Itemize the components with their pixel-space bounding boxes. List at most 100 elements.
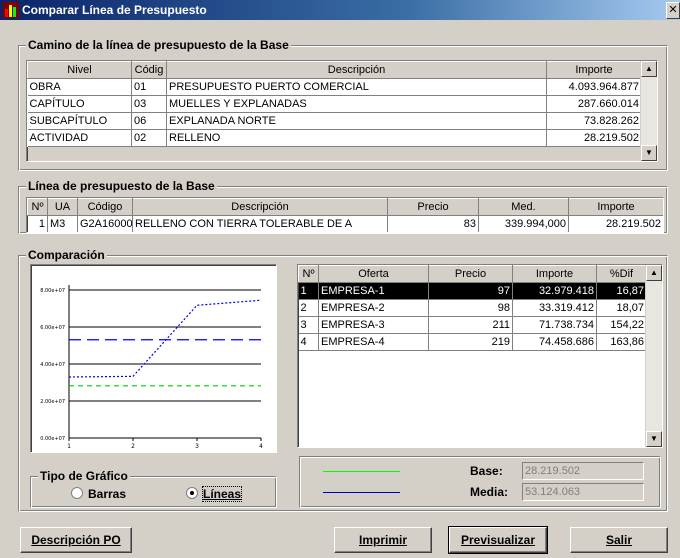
cell-descripcion: MUELLES Y EXPLANADAS: [166, 95, 547, 113]
camino-scrollbar[interactable]: ▲ ▼: [640, 61, 657, 161]
scroll-down-icon[interactable]: ▼: [646, 431, 662, 447]
col-descripcion[interactable]: Descripción: [132, 198, 388, 216]
linea-group: Línea de presupuesto de la Base Nº UA Có…: [18, 179, 668, 234]
radio-barras-label: Barras: [88, 487, 127, 501]
cell-oferta: EMPRESA-1: [318, 282, 429, 300]
line-chart: 0.00e+07 2.00e+07 4.00e+07 6.00e+07 8.00e+07…: [40, 285, 263, 450]
x-tick-label: 4: [259, 443, 263, 450]
scroll-up-icon[interactable]: ▲: [641, 61, 657, 77]
cell-precio: 219: [428, 333, 513, 351]
table-row[interactable]: 4 EMPRESA-4 219 74.458.686 163,86: [298, 333, 647, 351]
y-tick-label: 6.00e+07: [40, 325, 65, 331]
table-row-selected[interactable]: 1 EMPRESA-1 97 32.979.418 16,87: [298, 282, 647, 300]
cell-nivel: OBRA: [27, 78, 132, 96]
radio-lineas-label: Líneas: [201, 486, 243, 502]
camino-header-row: Nivel Códig Descripción Importe: [27, 61, 642, 79]
cell-oferta: EMPRESA-4: [318, 333, 429, 351]
comparacion-scrollbar[interactable]: ▲ ▼: [645, 265, 662, 447]
cell-medicion: 339.994,000: [478, 215, 569, 232]
cell-dif: 154,22: [596, 316, 647, 334]
window-title: Comparar Línea de Presupuesto: [22, 3, 207, 17]
previsualizar-label: Previsualizar: [460, 533, 536, 547]
title-bar: Comparar Línea de Presupuesto ✕: [0, 0, 680, 20]
cell-dif: 163,86: [596, 333, 647, 351]
cell-descripcion: RELLENO CON TIERRA TOLERABLE DE A: [132, 215, 388, 232]
cell-descripcion: RELLENO: [166, 129, 547, 147]
table-row[interactable]: OBRA 01 PRESUPUESTO PUERTO COMERCIAL 4.0…: [27, 78, 642, 96]
col-numero[interactable]: Nº: [298, 265, 319, 283]
cell-nivel: CAPÍTULO: [27, 95, 132, 113]
col-importe[interactable]: Importe: [568, 198, 663, 216]
cell-numero: 2: [298, 299, 319, 317]
descripcion-po-button[interactable]: Descripción PO: [20, 527, 132, 553]
media-label: Media:: [470, 485, 509, 499]
col-codigo[interactable]: Códig: [131, 61, 167, 79]
salir-label: Salir: [605, 533, 632, 547]
col-precio[interactable]: Precio: [428, 265, 513, 283]
x-tick-label: 2: [131, 443, 135, 450]
col-ua[interactable]: UA: [47, 198, 78, 216]
cell-precio: 211: [428, 316, 513, 334]
table-row[interactable]: ACTIVIDAD 02 RELLENO 28.219.502: [27, 129, 642, 147]
salir-button[interactable]: Salir: [570, 527, 668, 553]
y-tick-label: 2.00e+07: [40, 399, 65, 405]
radio-lineas-indicator[interactable]: [186, 487, 198, 499]
media-value-field: 53.124.063: [522, 483, 644, 501]
table-row[interactable]: SUBCAPÍTULO 06 EXPLANADA NORTE 73.828.26…: [27, 112, 642, 130]
camino-legend: Camino de la línea de presupuesto de la …: [26, 38, 291, 52]
cell-importe: 33.319.412: [512, 299, 597, 317]
col-importe[interactable]: Importe: [546, 61, 642, 79]
close-icon: ✕: [668, 4, 678, 16]
scroll-up-icon[interactable]: ▲: [646, 265, 662, 281]
cell-numero: 3: [298, 316, 319, 334]
comparacion-header-row: Nº Oferta Precio Importe %Dif: [298, 265, 647, 283]
table-row[interactable]: 2 EMPRESA-2 98 33.319.412 18,07: [298, 299, 647, 317]
y-tick-label: 4.00e+07: [40, 362, 65, 368]
imprimir-button[interactable]: Imprimir: [334, 527, 432, 553]
col-numero[interactable]: Nº: [27, 198, 48, 216]
cell-nivel: ACTIVIDAD: [27, 129, 132, 147]
radio-barras[interactable]: Barras: [71, 487, 126, 501]
cell-precio: 97: [428, 282, 513, 300]
close-button[interactable]: ✕: [666, 2, 680, 19]
cell-nivel: SUBCAPÍTULO: [27, 112, 132, 130]
table-row[interactable]: 1 M3 G2A16000 RELLENO CON TIERRA TOLERAB…: [27, 215, 663, 232]
cell-precio: 83: [387, 215, 479, 232]
col-importe[interactable]: Importe: [512, 265, 597, 283]
bar-chart-app-icon: [3, 2, 19, 18]
cell-numero: 1: [298, 282, 319, 300]
base-label: Base:: [470, 464, 503, 478]
cell-numero: 4: [298, 333, 319, 351]
previsualizar-button[interactable]: Previsualizar: [448, 526, 548, 554]
scroll-down-icon[interactable]: ▼: [641, 145, 657, 161]
radio-barras-indicator[interactable]: [71, 487, 83, 499]
cell-oferta: EMPRESA-3: [318, 316, 429, 334]
series-line-ofertas: [68, 299, 262, 378]
linea-table: Nº UA Código Descripción Precio Med. Imp…: [26, 197, 664, 233]
linea-header-row: Nº UA Código Descripción Precio Med. Imp…: [27, 198, 663, 216]
camino-group: Camino de la línea de presupuesto de la …: [18, 38, 668, 171]
col-descripcion[interactable]: Descripción: [166, 61, 547, 79]
cell-importe: 32.979.418: [512, 282, 597, 300]
cell-importe: 28.219.502: [546, 129, 642, 147]
cell-importe: 287.660.014: [546, 95, 642, 113]
base-value-field: 28.219.502: [522, 462, 644, 480]
cell-codigo: G2A16000: [77, 215, 133, 232]
chart-panel: 0.00e+07 2.00e+07 4.00e+07 6.00e+07 8.00e+07…: [30, 264, 277, 453]
col-oferta[interactable]: Oferta: [318, 265, 429, 283]
col-dif[interactable]: %Dif: [596, 265, 647, 283]
table-row[interactable]: CAPÍTULO 03 MUELLES Y EXPLANADAS 287.660…: [27, 95, 642, 113]
cell-numero: 1: [27, 215, 48, 232]
col-medicion[interactable]: Med.: [478, 198, 569, 216]
cell-importe: 73.828.262: [546, 112, 642, 130]
x-tick-label: 1: [67, 443, 71, 450]
cell-descripcion: EXPLANADA NORTE: [166, 112, 547, 130]
col-nivel[interactable]: Nivel: [27, 61, 132, 79]
y-tick-label: 0.00e+07: [40, 436, 65, 442]
col-precio[interactable]: Precio: [387, 198, 479, 216]
radio-lineas[interactable]: Líneas: [186, 486, 243, 502]
cell-importe: 4.093.964.877: [546, 78, 642, 96]
col-codigo[interactable]: Código: [77, 198, 133, 216]
cell-descripcion: PRESUPUESTO PUERTO COMERCIAL: [166, 78, 547, 96]
table-row[interactable]: 3 EMPRESA-3 211 71.738.734 154,22: [298, 316, 647, 334]
